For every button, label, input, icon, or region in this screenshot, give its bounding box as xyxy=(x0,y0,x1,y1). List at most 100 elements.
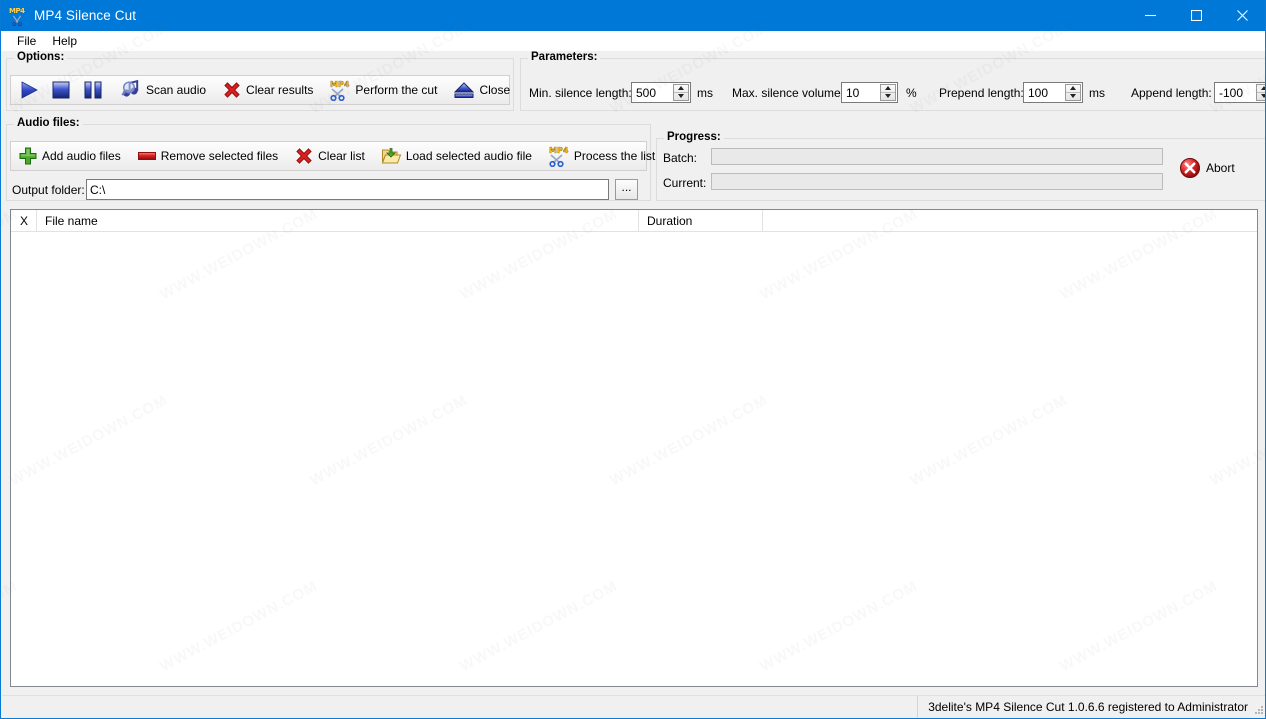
prepend-length-value[interactable]: 100 xyxy=(1024,83,1065,102)
progress-group-title: Progress: xyxy=(664,131,724,143)
remove-selected-files-button[interactable]: Remove selected files xyxy=(132,143,283,169)
prepend-length-spin-down[interactable] xyxy=(1066,93,1080,101)
max-silence-volume-unit: % xyxy=(906,86,917,100)
column-header-filler xyxy=(763,210,1257,231)
mp4-scissors-icon: MP4 xyxy=(549,146,569,167)
scissors-icon xyxy=(12,15,22,26)
max-silence-volume-label: Max. silence volume: xyxy=(732,86,845,100)
clear-results-button[interactable]: Clear results xyxy=(217,77,318,103)
minimize-icon xyxy=(1144,14,1156,17)
min-silence-length-spin-buttons[interactable] xyxy=(673,84,689,101)
pause-button[interactable] xyxy=(77,77,109,103)
file-list[interactable]: X File name Duration xyxy=(10,209,1258,687)
chevron-up-icon xyxy=(1261,86,1265,91)
prepend-length-stepper[interactable]: 100 xyxy=(1023,82,1083,103)
max-silence-volume-value[interactable]: 10 xyxy=(842,83,880,102)
window-controls xyxy=(1127,0,1265,31)
menu-file[interactable]: File xyxy=(9,32,44,50)
status-bar: 3delite's MP4 Silence Cut 1.0.6.6 regist… xyxy=(2,695,1265,718)
add-audio-files-button[interactable]: Add audio files xyxy=(13,143,126,169)
min-silence-length-stepper[interactable]: 500 xyxy=(631,82,691,103)
play-button[interactable] xyxy=(13,77,45,103)
close-button[interactable] xyxy=(1219,0,1265,31)
prepend-length-label: Prepend length: xyxy=(939,86,1024,100)
load-selected-audio-file-button[interactable]: Load selected audio file xyxy=(376,143,537,169)
open-folder-icon xyxy=(381,148,402,164)
resize-grip-icon[interactable] xyxy=(1252,703,1264,715)
red-circle-x-icon xyxy=(1180,158,1200,178)
append-length-spin-down[interactable] xyxy=(1257,93,1265,101)
mp4-scissors-icon: MP4 xyxy=(330,80,350,101)
maximize-button[interactable] xyxy=(1173,0,1219,31)
file-list-header: X File name Duration xyxy=(11,210,1257,232)
chevron-down-icon xyxy=(1261,94,1265,99)
progress-current-bar xyxy=(711,173,1163,190)
max-silence-volume-stepper[interactable]: 10 xyxy=(841,82,898,103)
max-silence-volume-spin-up[interactable] xyxy=(881,85,895,93)
process-the-list-button[interactable]: MP4 Process the list xyxy=(543,143,660,169)
perform-the-cut-button[interactable]: MP4 Perform the cut xyxy=(324,77,442,103)
app-icon: MP4 xyxy=(8,7,26,26)
maximize-icon xyxy=(1190,10,1202,21)
prepend-length-unit: ms xyxy=(1089,86,1105,100)
audio-files-group-title: Audio files: xyxy=(14,117,83,129)
prepend-length-spin-up[interactable] xyxy=(1066,85,1080,93)
append-length-spin-buttons[interactable] xyxy=(1256,84,1265,101)
remove-selected-files-label: Remove selected files xyxy=(160,149,279,163)
green-plus-icon xyxy=(19,147,37,165)
stop-button[interactable] xyxy=(45,77,77,103)
application-window: MP4 MP4 Silence Cut File Help Options: S… xyxy=(0,0,1266,719)
scan-audio-label: Scan audio xyxy=(146,83,207,97)
column-header-file-name[interactable]: File name xyxy=(37,210,639,231)
abort-button[interactable]: Abort xyxy=(1179,157,1235,179)
menu-help[interactable]: Help xyxy=(44,32,85,50)
title-bar: MP4 MP4 Silence Cut xyxy=(1,0,1265,31)
add-audio-files-label: Add audio files xyxy=(42,149,121,163)
red-bar-icon xyxy=(137,152,156,160)
min-silence-length-value[interactable]: 500 xyxy=(632,83,673,102)
svg-text:MP4: MP4 xyxy=(549,146,569,155)
append-length-stepper[interactable]: -100 xyxy=(1214,82,1265,103)
window-title: MP4 Silence Cut xyxy=(34,8,137,23)
clear-list-label: Clear list xyxy=(318,149,365,163)
max-silence-volume-spin-down[interactable] xyxy=(881,93,895,101)
process-the-list-label: Process the list xyxy=(573,149,656,163)
close-toolbar-label: Close xyxy=(479,83,511,97)
progress-batch-label: Batch: xyxy=(663,151,698,165)
menu-bar: File Help xyxy=(1,31,1265,51)
svg-text:MP4: MP4 xyxy=(330,80,350,89)
pause-icon xyxy=(84,81,102,99)
prepend-length-spin-buttons[interactable] xyxy=(1065,84,1081,101)
chevron-down-icon xyxy=(678,94,684,99)
column-header-x[interactable]: X xyxy=(11,210,37,231)
file-list-body[interactable] xyxy=(11,232,1257,686)
options-group-title: Options: xyxy=(14,51,68,63)
audio-files-toolbar: Add audio files Remove selected files Cl… xyxy=(10,141,655,171)
chevron-down-icon xyxy=(885,94,891,99)
abort-label: Abort xyxy=(1206,161,1235,175)
min-silence-length-unit: ms xyxy=(697,86,713,100)
eject-icon xyxy=(454,82,475,98)
chevron-up-icon xyxy=(1070,86,1076,91)
output-folder-label: Output folder: xyxy=(12,183,85,197)
progress-batch-bar xyxy=(711,148,1163,165)
red-x-icon xyxy=(296,148,312,164)
column-header-duration[interactable]: Duration xyxy=(639,210,763,231)
min-silence-length-spin-up[interactable] xyxy=(674,85,688,93)
chevron-up-icon xyxy=(678,86,684,91)
output-folder-browse-button[interactable]: ... xyxy=(615,179,638,200)
scan-audio-icon xyxy=(121,79,139,97)
chevron-up-icon xyxy=(885,86,891,91)
output-folder-input[interactable]: C:\ xyxy=(86,179,609,200)
scan-audio-button[interactable]: Scan audio xyxy=(115,77,211,103)
minimize-button[interactable] xyxy=(1127,0,1173,31)
chevron-down-icon xyxy=(1070,94,1076,99)
append-length-spin-up[interactable] xyxy=(1257,85,1265,93)
close-toolbar-button[interactable]: Close xyxy=(448,77,515,103)
max-silence-volume-spin-buttons[interactable] xyxy=(880,84,896,101)
min-silence-length-spin-down[interactable] xyxy=(674,93,688,101)
status-text: 3delite's MP4 Silence Cut 1.0.6.6 regist… xyxy=(917,695,1265,718)
clear-list-button[interactable]: Clear list xyxy=(289,143,370,169)
append-length-value[interactable]: -100 xyxy=(1215,83,1256,102)
parameters-group-title: Parameters: xyxy=(528,51,601,63)
